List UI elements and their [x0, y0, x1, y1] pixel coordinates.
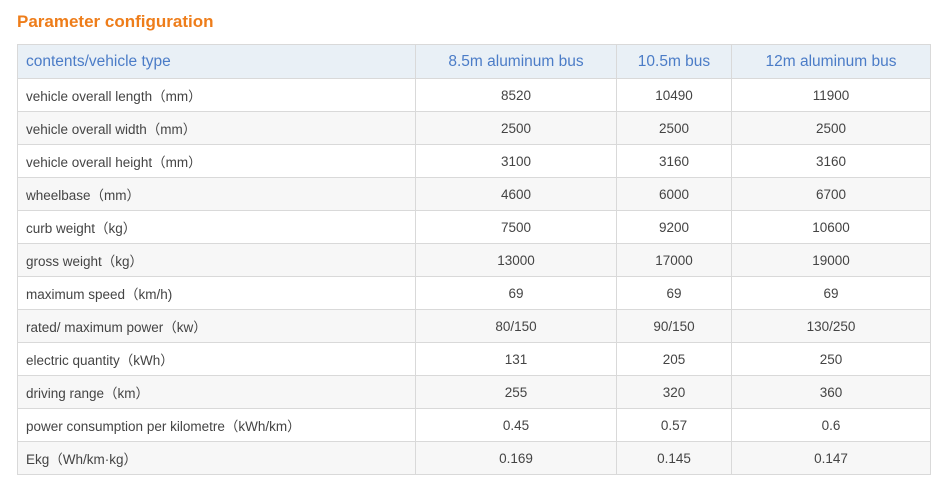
table-cell: 0.147 [731, 441, 931, 475]
row-label: electric quantity（kWh） [17, 342, 416, 376]
table-row: maximum speed（km/h) 69 69 69 [17, 276, 931, 310]
table-cell: 0.6 [731, 408, 931, 442]
table-cell: 6700 [731, 177, 931, 211]
table-cell: 90/150 [616, 309, 732, 343]
table-cell: 0.145 [616, 441, 732, 475]
table-cell: 255 [415, 375, 617, 409]
table-cell: 130/250 [731, 309, 931, 343]
row-label: maximum speed（km/h) [17, 276, 416, 310]
column-header-contents: contents/vehicle type [17, 44, 416, 79]
table-row: gross weight（kg） 13000 17000 19000 [17, 243, 931, 277]
table-row: wheelbase（mm） 4600 6000 6700 [17, 177, 931, 211]
table-cell: 17000 [616, 243, 732, 277]
row-label: vehicle overall width（mm） [17, 111, 416, 145]
table-cell: 2500 [616, 111, 732, 145]
column-header-12m-bus: 12m aluminum bus [731, 44, 931, 79]
row-label: wheelbase（mm） [17, 177, 416, 211]
table-cell: 3100 [415, 144, 617, 178]
table-cell: 2500 [731, 111, 931, 145]
table-row: Ekg（Wh/km·kg） 0.169 0.145 0.147 [17, 441, 931, 475]
row-label: vehicle overall height（mm） [17, 144, 416, 178]
table-cell: 8520 [415, 78, 617, 112]
table-cell: 4600 [415, 177, 617, 211]
table-cell: 69 [731, 276, 931, 310]
table-cell: 0.45 [415, 408, 617, 442]
table-cell: 3160 [616, 144, 732, 178]
page: Parameter configuration contents/vehicle… [0, 0, 942, 499]
table-header-row: contents/vehicle type 8.5m aluminum bus … [17, 44, 931, 79]
table-cell: 10490 [616, 78, 732, 112]
table-cell: 0.57 [616, 408, 732, 442]
table-cell: 3160 [731, 144, 931, 178]
table-body: vehicle overall length（mm） 8520 10490 11900… [17, 78, 931, 475]
table-row: power consumption per kilometre（kWh/km） 0… [17, 408, 931, 442]
column-header-10-5m-bus: 10.5m bus [616, 44, 732, 79]
row-label: vehicle overall length（mm） [17, 78, 416, 112]
table-row: curb weight（kg） 7500 9200 10600 [17, 210, 931, 244]
table-cell: 250 [731, 342, 931, 376]
row-label: gross weight（kg） [17, 243, 416, 277]
section-title: Parameter configuration [17, 12, 214, 31]
table-cell: 69 [415, 276, 617, 310]
table-cell: 131 [415, 342, 617, 376]
table-row: vehicle overall height（mm） 3100 3160 3160 [17, 144, 931, 178]
row-label: driving range（km） [17, 375, 416, 409]
column-header-8-5m-bus: 8.5m aluminum bus [415, 44, 617, 79]
table-row: vehicle overall length（mm） 8520 10490 11900 [17, 78, 931, 112]
table-cell: 2500 [415, 111, 617, 145]
table-cell: 80/150 [415, 309, 617, 343]
table-cell: 10600 [731, 210, 931, 244]
row-label: curb weight（kg） [17, 210, 416, 244]
table-cell: 11900 [731, 78, 931, 112]
table-cell: 360 [731, 375, 931, 409]
row-label: rated/ maximum power（kw） [17, 309, 416, 343]
table-row: vehicle overall width（mm） 2500 2500 2500 [17, 111, 931, 145]
table-cell: 69 [616, 276, 732, 310]
table-cell: 0.169 [415, 441, 617, 475]
table-cell: 19000 [731, 243, 931, 277]
row-label: power consumption per kilometre（kWh/km） [17, 408, 416, 442]
table-row: electric quantity（kWh） 131 205 250 [17, 342, 931, 376]
table-row: driving range（km） 255 320 360 [17, 375, 931, 409]
row-label: Ekg（Wh/km·kg） [17, 441, 416, 475]
table-cell: 7500 [415, 210, 617, 244]
table-row: rated/ maximum power（kw） 80/150 90/150 130/… [17, 309, 931, 343]
table-cell: 205 [616, 342, 732, 376]
table-cell: 9200 [616, 210, 732, 244]
table-cell: 320 [616, 375, 732, 409]
parameter-table: contents/vehicle type 8.5m aluminum bus … [17, 44, 931, 475]
table-cell: 13000 [415, 243, 617, 277]
table-cell: 6000 [616, 177, 732, 211]
